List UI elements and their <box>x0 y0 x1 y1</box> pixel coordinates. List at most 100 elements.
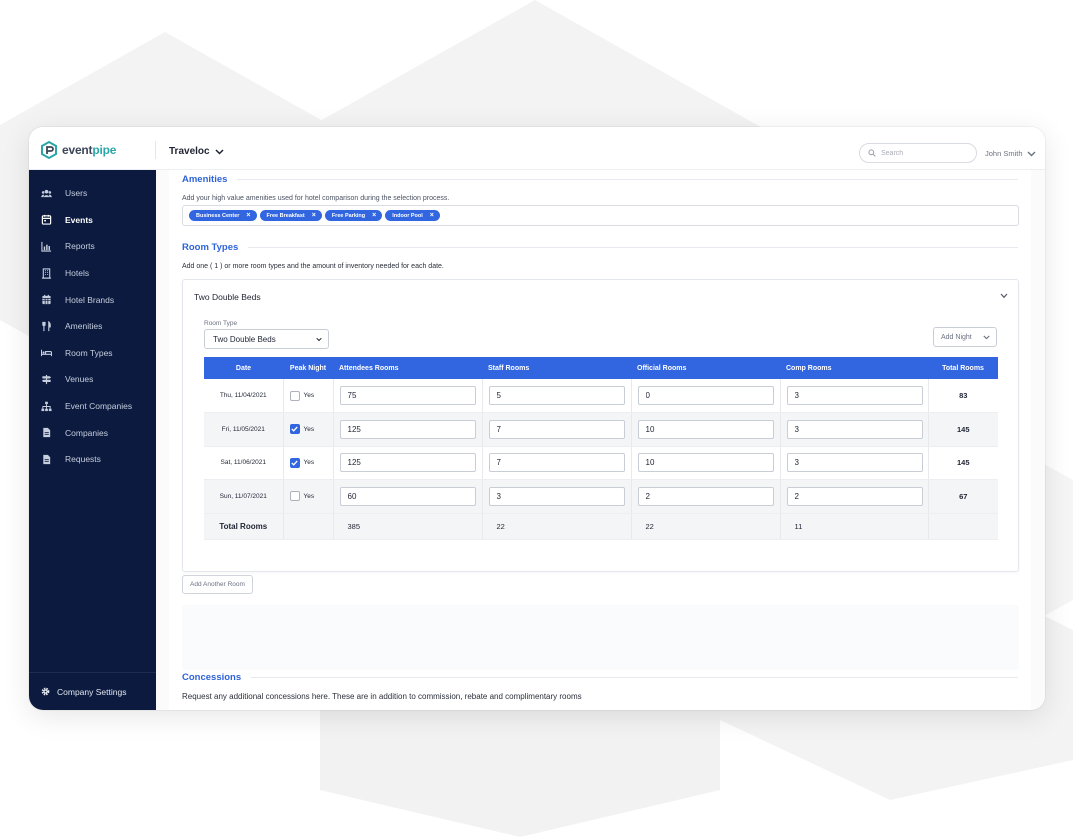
sidebar-item-events[interactable]: Events <box>29 207 156 234</box>
remove-tag-icon[interactable]: × <box>312 212 316 219</box>
column-header: Total Rooms <box>928 357 998 379</box>
staff-cell <box>482 379 632 413</box>
room-type-label: Room Type <box>204 320 238 327</box>
sidebar-item-room-types[interactable]: Room Types <box>29 340 156 367</box>
remove-tag-icon[interactable]: × <box>430 212 434 219</box>
peak-night-checkbox[interactable] <box>289 457 300 468</box>
sidebar-item-venues[interactable]: Venues <box>29 366 156 393</box>
sidebar-item-label: Events <box>65 214 93 225</box>
sidebar-item-reports[interactable]: Reports <box>29 233 156 260</box>
search-box[interactable] <box>859 143 977 163</box>
peak-night-checkbox[interactable] <box>289 390 300 401</box>
collapse-chevron-icon[interactable] <box>1000 293 1008 299</box>
attendees-rooms-input[interactable] <box>339 386 476 405</box>
document-icon <box>41 454 52 465</box>
top-bar: eventpipe Traveloc John Smith <box>29 127 1045 170</box>
comp-rooms-input[interactable] <box>786 453 923 473</box>
company-settings-link[interactable]: Company Settings <box>29 672 156 710</box>
brand-logo[interactable]: eventpipe <box>41 141 116 159</box>
date-cell: Sat, 11/06/2021 <box>204 446 284 480</box>
sidebar-item-companies[interactable]: Companies <box>29 419 156 446</box>
sidebar-item-event-companies[interactable]: Event Companies <box>29 393 156 420</box>
brand-name: eventpipe <box>62 143 117 157</box>
chevron-down-icon <box>983 335 990 339</box>
staff-rooms-input[interactable] <box>488 419 625 439</box>
chevron-down-icon <box>215 148 224 155</box>
document-icon <box>41 427 52 438</box>
staff-cell <box>482 479 632 514</box>
comp-cell <box>780 446 929 480</box>
room-type-selected-value: Two Double Beds <box>213 334 276 344</box>
peak-night-cell: Yes <box>283 412 334 447</box>
signpost-icon <box>41 374 52 385</box>
total-attendees: 385 <box>333 513 483 540</box>
room-types-helper-text: Add one ( 1 ) or more room types and the… <box>182 263 444 270</box>
remove-tag-icon[interactable]: × <box>372 212 376 219</box>
attendees-rooms-input[interactable] <box>339 419 476 439</box>
amenities-helper-text: Add your high value amenities used for h… <box>182 195 450 202</box>
section-divider <box>251 677 1018 678</box>
attendees-rooms-input[interactable] <box>339 486 476 506</box>
column-header: Official Rooms <box>631 357 780 379</box>
peak-night-label: Yes <box>303 425 315 433</box>
eventpipe-logo-icon <box>41 141 57 159</box>
sidebar-item-requests[interactable]: Requests <box>29 446 156 473</box>
attendees-cell <box>333 379 483 413</box>
official-rooms-input[interactable] <box>637 386 774 405</box>
calendar-grid-icon <box>41 294 52 305</box>
comp-rooms-input[interactable] <box>786 486 923 506</box>
comp-cell <box>780 479 929 514</box>
company-settings-label: Company Settings <box>57 686 127 697</box>
remove-tag-icon[interactable]: × <box>246 212 250 219</box>
staff-rooms-input[interactable] <box>488 386 625 405</box>
staff-rooms-input[interactable] <box>488 486 625 506</box>
official-rooms-input[interactable] <box>637 486 774 506</box>
checkmark-icon <box>291 426 298 432</box>
sidebar-item-label: Venues <box>65 374 94 385</box>
room-type-select[interactable]: Two Double Beds <box>204 329 329 349</box>
official-rooms-input[interactable] <box>637 453 774 473</box>
peak-night-checkbox[interactable] <box>289 491 300 502</box>
organization-switcher[interactable]: Traveloc <box>169 146 224 157</box>
peak-night-checkbox[interactable] <box>289 424 300 435</box>
sidebar-item-label: Reports <box>65 241 95 252</box>
search-input[interactable] <box>881 149 967 157</box>
user-name: John Smith <box>985 149 1023 158</box>
total-staff: 22 <box>482 513 632 540</box>
column-header: Attendees Rooms <box>333 357 482 379</box>
sidebar-item-label: Event Companies <box>65 401 133 412</box>
date-cell: Sun, 11/07/2021 <box>204 479 284 514</box>
users-icon <box>41 188 52 199</box>
peak-night-cell: Yes <box>283 479 334 514</box>
sidebar-item-label: Hotel Brands <box>65 294 115 305</box>
room-types-section-header: Room Types <box>182 242 1018 253</box>
room-card-title: Two Double Beds <box>194 292 261 302</box>
room-inventory-table: Date Peak Night Attendees Rooms Staff Ro… <box>204 357 998 540</box>
comp-rooms-input[interactable] <box>786 386 923 405</box>
add-another-room-button[interactable]: Add Another Room <box>182 575 253 594</box>
chart-icon <box>41 241 52 252</box>
sidebar-item-label: Room Types <box>65 347 113 358</box>
sidebar-item-users[interactable]: Users <box>29 180 156 207</box>
sidebar-item-hotels[interactable]: Hotels <box>29 260 156 287</box>
sidebar-item-amenities[interactable]: Amenities <box>29 313 156 340</box>
amenity-tag-label: Business Center <box>196 212 240 219</box>
sidebar-item-hotel-brands[interactable]: Hotel Brands <box>29 286 156 313</box>
comp-cell <box>780 379 929 413</box>
amenities-title: Amenities <box>182 174 228 185</box>
staff-cell <box>482 446 632 480</box>
checkmark-icon <box>291 460 298 466</box>
official-cell <box>631 412 781 447</box>
comp-rooms-input[interactable] <box>786 419 923 439</box>
official-cell <box>631 379 781 413</box>
staff-rooms-input[interactable] <box>488 453 625 473</box>
user-menu[interactable]: John Smith <box>985 149 1036 158</box>
official-rooms-input[interactable] <box>637 419 774 439</box>
column-header: Comp Rooms <box>780 357 928 379</box>
official-cell <box>631 479 781 514</box>
amenities-tag-input[interactable]: Business Center × Free Breakfast × Free Pa… <box>182 205 1019 226</box>
attendees-rooms-input[interactable] <box>339 453 476 473</box>
attendees-cell <box>333 412 483 447</box>
add-night-dropdown[interactable]: Add Night <box>933 327 997 347</box>
room-type-card: Two Double Beds Room Type Two Double Bed… <box>182 279 1019 572</box>
